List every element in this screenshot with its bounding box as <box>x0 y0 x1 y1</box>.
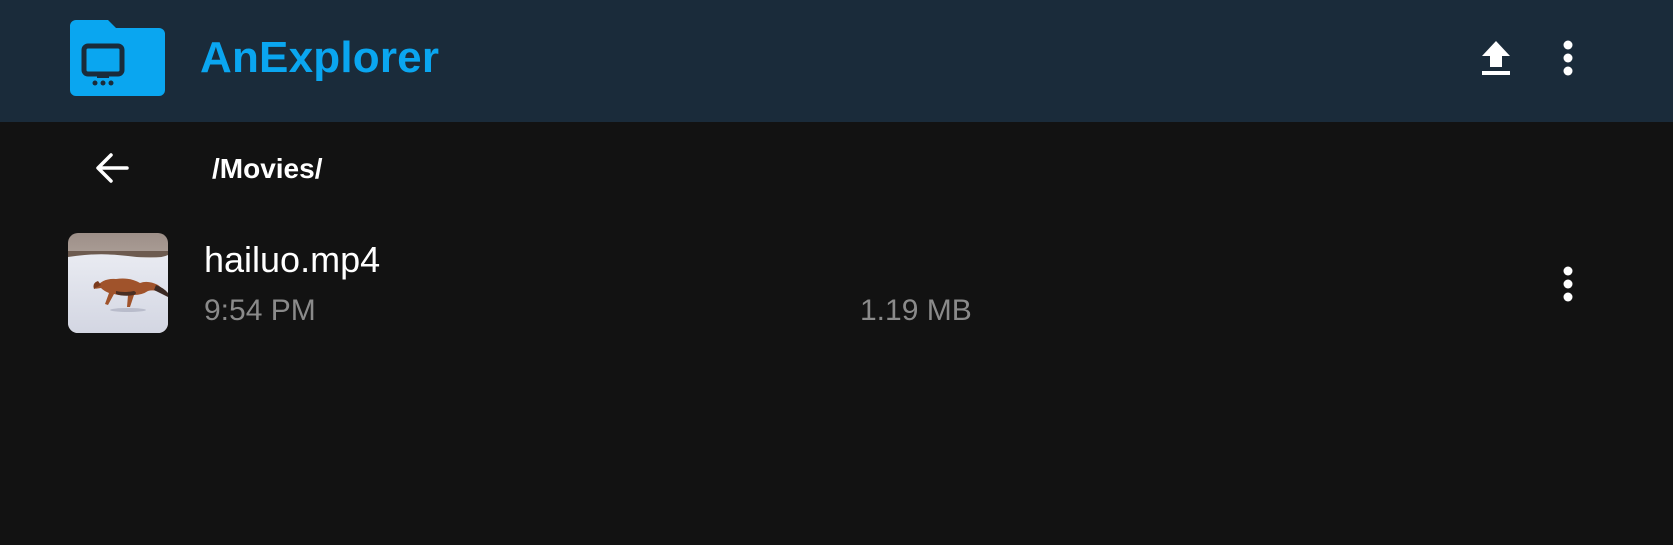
current-path: /Movies/ <box>212 153 323 184</box>
path-bar: /Movies/ <box>0 122 1673 214</box>
more-vert-icon <box>1563 266 1573 302</box>
app-bar: AnExplorer <box>0 0 1673 122</box>
video-thumbnail <box>68 233 168 333</box>
app-title: AnExplorer <box>200 33 440 82</box>
file-modified-time: 9:54 PM <box>204 294 316 327</box>
file-list-item[interactable]: hailuo.mp4 9:54 PM 1.19 MB <box>0 220 1673 344</box>
back-button[interactable] <box>84 142 140 194</box>
arrow-back-icon <box>96 153 129 183</box>
file-name: hailuo.mp4 <box>204 239 381 280</box>
file-item-menu-button[interactable] <box>1542 256 1594 312</box>
upload-icon <box>1482 41 1510 75</box>
upload-button[interactable] <box>1470 30 1522 86</box>
file-size: 1.19 MB <box>860 294 972 327</box>
more-vert-icon <box>1563 40 1573 76</box>
app-logo-folder-icon <box>70 20 165 96</box>
overflow-menu-button[interactable] <box>1542 30 1594 86</box>
